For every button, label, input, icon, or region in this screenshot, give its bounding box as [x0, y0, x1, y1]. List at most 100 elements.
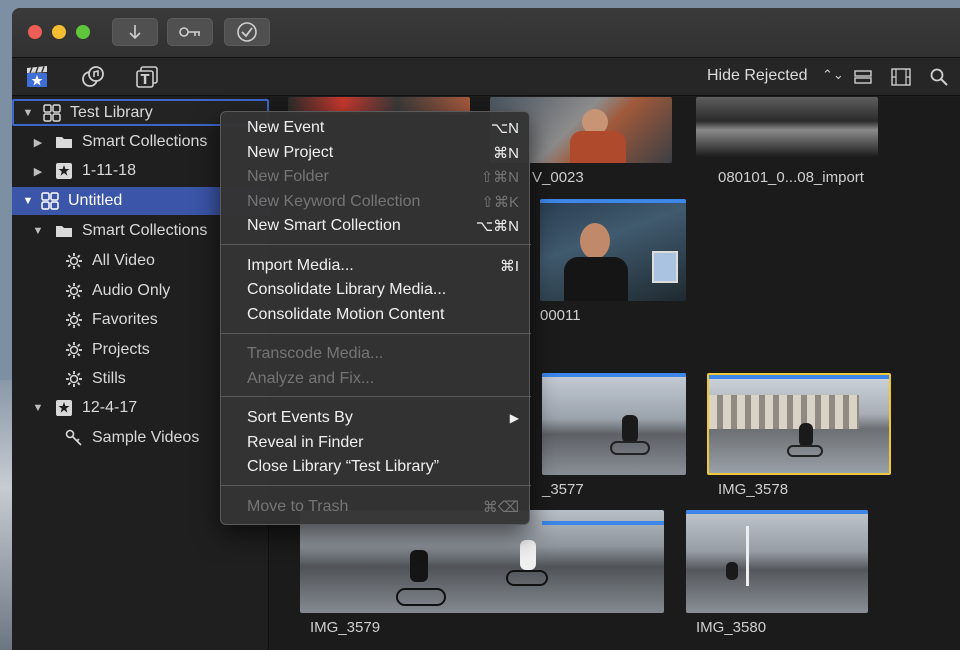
keyword-bar [709, 375, 889, 379]
disclosure-right-icon[interactable]: ▶ [32, 165, 44, 178]
search-icon[interactable] [926, 65, 952, 89]
menu-item-new-keyword-collection: New Keyword Collection ⇧⌘K [247, 193, 519, 211]
menu-item-consolidate-library-media[interactable]: Consolidate Library Media... [221, 278, 531, 302]
sidebar-item-label: Untitled [68, 192, 123, 209]
library-grid-icon [42, 103, 62, 122]
menu-item-import-media[interactable]: Import Media... ⌘I [221, 254, 531, 278]
menu-item-new-folder: New Folder ⇧⌘N [247, 168, 519, 186]
clip-thumbnail[interactable] [696, 97, 878, 157]
sidebar-item-label: Stills [92, 370, 126, 387]
bike-wheels [787, 445, 823, 457]
bmx-rider [799, 423, 813, 447]
menu-item-new-event[interactable]: New Event ⌥N [221, 116, 531, 140]
clip-thumbnail[interactable] [542, 373, 686, 475]
filmstrip-icon[interactable] [888, 65, 914, 89]
keyword-bar [542, 521, 664, 525]
keyword-bar [542, 373, 686, 377]
menu-item-sort-events-by[interactable]: Sort Events By ▶ [221, 406, 531, 430]
bike-wheels [610, 441, 650, 455]
menu-separator [221, 396, 531, 397]
title-bar [12, 8, 960, 58]
person-body [570, 131, 626, 163]
gear-icon [64, 252, 84, 270]
keyword-bar [686, 510, 868, 514]
sidebar-item-label: 1-11-18 [82, 162, 136, 179]
menu-item-analyze-and-fix: Analyze and Fix... [247, 370, 375, 387]
event-star-icon [54, 399, 74, 417]
clip-label: 00011 [540, 307, 581, 324]
photos-and-audio-icon[interactable] [80, 65, 106, 89]
sidebar-item-label: Audio Only [92, 282, 171, 299]
clip-thumbnail[interactable] [300, 510, 664, 613]
keyword-editor-button[interactable] [167, 18, 213, 46]
menu-item-new-project[interactable]: New Project ⌘N [221, 141, 531, 165]
library-grid-icon [40, 192, 60, 210]
sidebar-item-label: Sample Videos [92, 429, 200, 446]
menu-separator [221, 244, 531, 245]
gear-icon [64, 311, 84, 329]
background-tasks-button[interactable] [224, 18, 270, 46]
disclosure-down-icon[interactable]: ▼ [32, 402, 44, 414]
keyword-bar [540, 199, 686, 203]
chevron-updown-icon[interactable]: ⌃⌄ [822, 67, 844, 83]
bmx-rider [520, 540, 536, 570]
clip-label: 080101_0...08_import [718, 169, 864, 186]
folder-icon [54, 133, 74, 151]
browser-toolbar: T Hide Rejected ⌃⌄ [12, 58, 960, 96]
sidebar-item-label: Test Library [70, 103, 153, 121]
app-window: T Hide Rejected ⌃⌄ ▼ Test Library ▶ Smar… [12, 8, 960, 650]
disclosure-down-icon[interactable]: ▼ [22, 195, 34, 207]
menu-item-move-to-trash: Move to Trash ⌘⌫ [247, 498, 519, 516]
sidebar-item-label: All Video [92, 252, 155, 269]
monitor [652, 251, 678, 283]
disclosure-down-icon[interactable]: ▼ [32, 225, 44, 237]
key-icon [64, 429, 84, 447]
clip-label: V_0023 [532, 169, 584, 186]
clip-thumbnail[interactable] [540, 199, 686, 301]
sidebar-item-label: Smart Collections [82, 133, 208, 150]
clip-appearance-icon[interactable] [850, 65, 876, 89]
person-face [580, 223, 610, 259]
key-icon [179, 27, 200, 37]
titles-and-generators-icon[interactable]: T [134, 65, 160, 89]
svg-text:T: T [141, 73, 150, 88]
menu-item-reveal-in-finder[interactable]: Reveal in Finder [221, 431, 531, 455]
gear-icon [64, 341, 84, 359]
menu-item-transcode-media: Transcode Media... [247, 345, 384, 362]
library-context-menu: New Event ⌥N New Project ⌘N New Folder ⇧… [220, 111, 531, 525]
menu-separator [221, 333, 531, 334]
bmx-rider [726, 562, 738, 580]
clip-filter-popup[interactable]: Hide Rejected [707, 67, 808, 85]
bmx-rider [410, 550, 428, 582]
event-star-icon [54, 162, 74, 180]
sidebar-item-label: Smart Collections [82, 222, 208, 239]
disclosure-right-icon[interactable]: ▶ [32, 136, 44, 149]
clip-thumbnail-selected[interactable] [707, 373, 891, 475]
download-arrow-icon [129, 25, 141, 40]
menu-separator [221, 485, 531, 486]
menu-item-new-smart-collection[interactable]: New Smart Collection ⌥⌘N [221, 214, 531, 238]
menu-item-close-library[interactable]: Close Library “Test Library” [221, 455, 531, 479]
libraries-clapper-icon[interactable] [24, 65, 50, 89]
zoom-window-button[interactable] [76, 25, 90, 39]
building-colonnade [709, 395, 859, 429]
clip-label: _3577 [542, 481, 584, 498]
clip-label: IMG_3579 [310, 619, 381, 636]
submenu-arrow-icon: ▶ [509, 411, 519, 425]
folder-icon [54, 222, 74, 240]
lamp-post [746, 526, 749, 586]
import-button[interactable] [112, 18, 158, 46]
person-body [564, 257, 628, 301]
gear-icon [64, 282, 84, 300]
close-window-button[interactable] [28, 25, 42, 39]
checkmark-circle-icon [237, 22, 257, 42]
sidebar-item-label: Projects [92, 341, 150, 358]
gear-icon [64, 370, 84, 388]
minimize-window-button[interactable] [52, 25, 66, 39]
disclosure-down-icon[interactable]: ▼ [22, 107, 34, 119]
clip-thumbnail[interactable] [686, 510, 868, 613]
menu-item-consolidate-motion-content[interactable]: Consolidate Motion Content [221, 303, 531, 327]
sidebar-item-label: 12-4-17 [82, 399, 138, 416]
bmx-rider [622, 415, 638, 443]
bike-wheels [396, 588, 446, 606]
